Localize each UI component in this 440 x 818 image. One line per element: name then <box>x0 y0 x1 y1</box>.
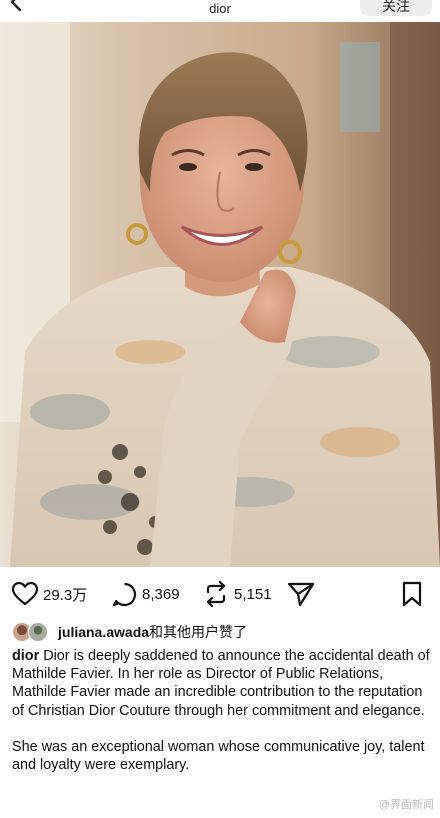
heart-icon <box>12 582 38 606</box>
bookmark-icon <box>402 581 422 607</box>
comment-icon <box>112 582 137 606</box>
like-button[interactable]: 29.3万 <box>12 581 87 607</box>
comment-button[interactable]: 8,369 <box>112 581 180 607</box>
share-button[interactable] <box>287 581 315 607</box>
caption-paragraph-2: She was an exceptional woman whose commu… <box>12 738 425 774</box>
repost-icon <box>206 581 226 607</box>
liker-username[interactable]: juliana.awada <box>58 624 149 640</box>
post-image[interactable] <box>0 22 440 567</box>
caption-text-1: Dior is deeply saddened to announce the … <box>12 648 430 719</box>
top-bar: dior 关注 <box>0 0 440 22</box>
liked-by-row[interactable]: juliana.awada和其他用户赞了 <box>12 621 247 643</box>
repost-count: 5,151 <box>234 585 272 603</box>
post-caption: dior Dior is deeply saddened to announce… <box>12 647 430 774</box>
like-count: 29.3万 <box>43 586 88 604</box>
liked-by-suffix: 和其他用户赞了 <box>149 624 248 640</box>
action-bar: 29.3万 8,369 5,151 <box>0 567 440 617</box>
caption-username[interactable]: dior <box>12 648 39 664</box>
watermark: @界面新闻 <box>378 799 434 811</box>
avatar <box>28 622 48 642</box>
liked-by-text: juliana.awada和其他用户赞了 <box>58 622 247 642</box>
caption-paragraph-1: dior Dior is deeply saddened to announce… <box>12 647 430 720</box>
repost-button[interactable]: 5,151 <box>203 581 272 607</box>
send-icon <box>287 582 315 607</box>
comment-count: 8,369 <box>142 585 180 603</box>
portrait-image <box>0 22 440 567</box>
save-button[interactable] <box>401 581 423 607</box>
follow-button[interactable]: 关注 <box>360 0 432 16</box>
liker-avatars <box>12 622 54 642</box>
